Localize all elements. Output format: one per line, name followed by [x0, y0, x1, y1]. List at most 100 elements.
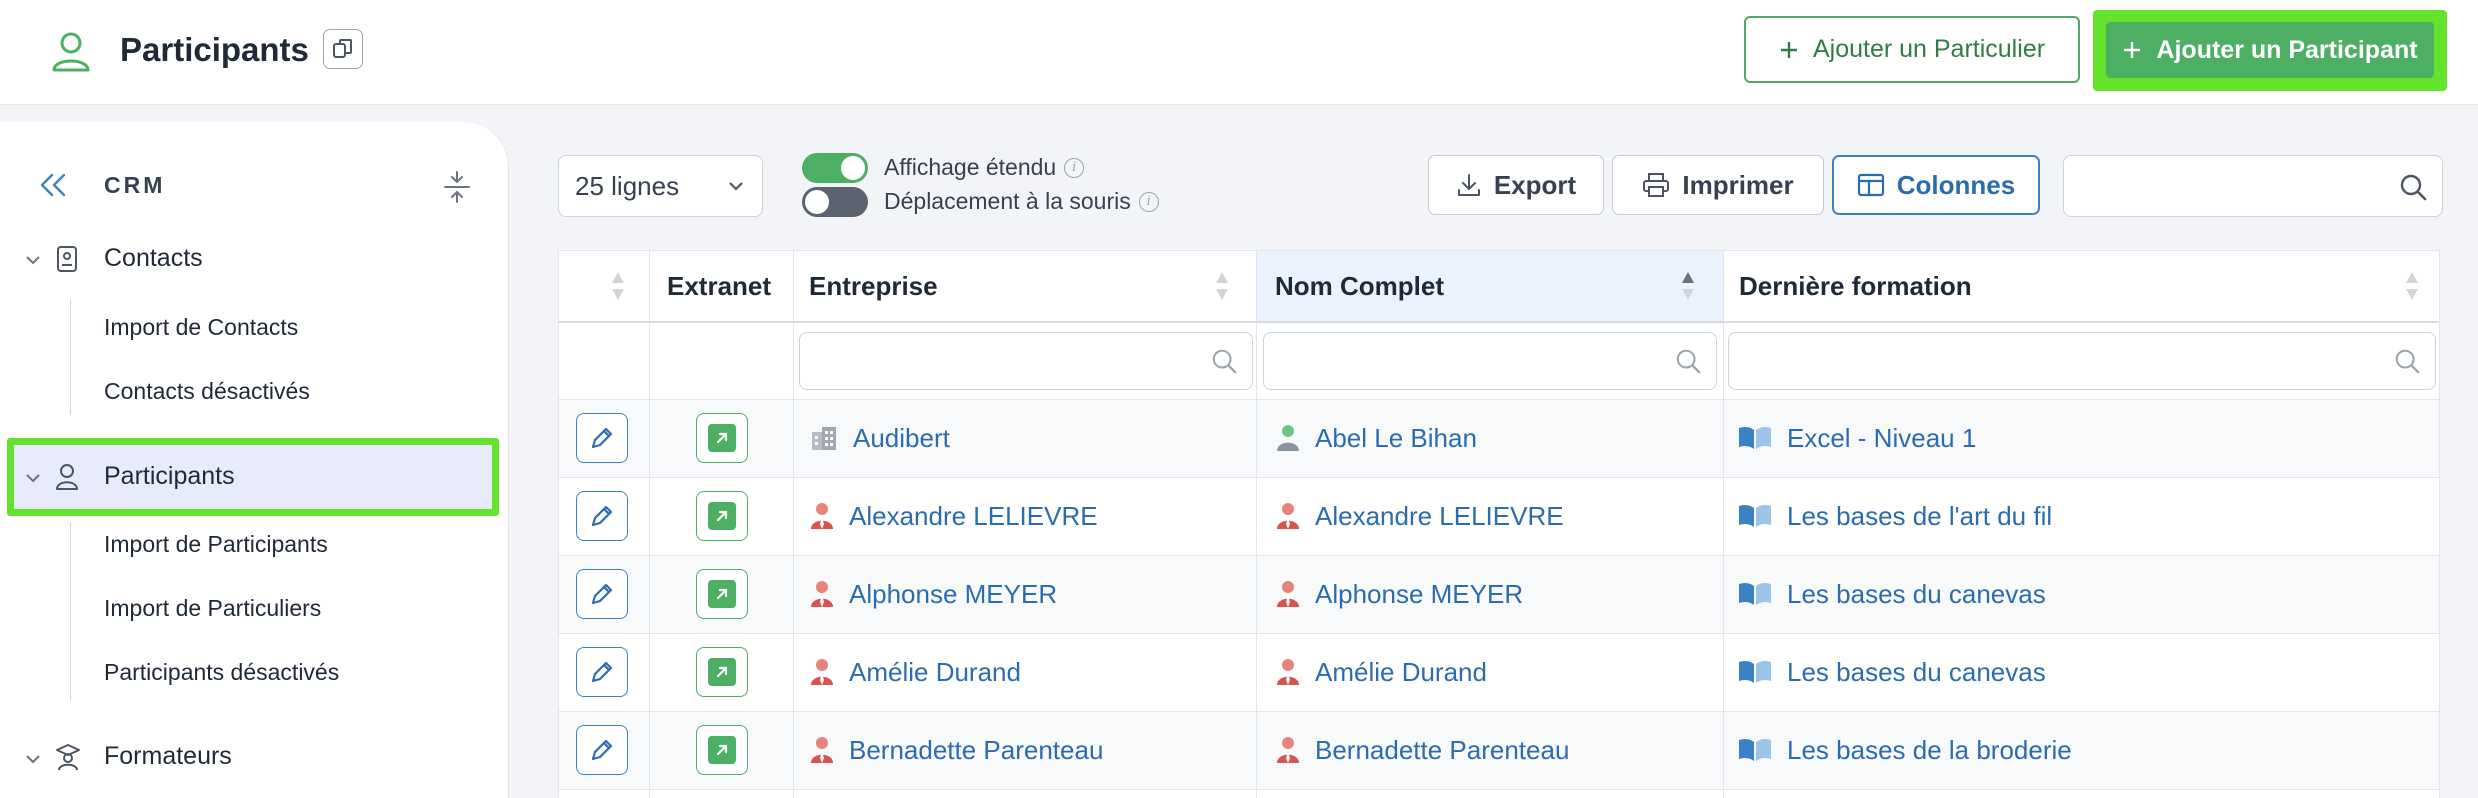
filter-entreprise-input[interactable]	[799, 332, 1253, 390]
col-divider	[793, 251, 794, 798]
participant-name-link[interactable]: Amélie Durand	[1275, 633, 1487, 711]
entreprise-link[interactable]: Amélie Durand	[809, 633, 1021, 711]
search-icon	[2395, 349, 2420, 374]
filter-derniere-formation-input[interactable]	[1728, 332, 2436, 390]
sidebar-item-import-participants[interactable]: Import de Participants	[104, 531, 328, 558]
pencil-icon	[591, 427, 613, 449]
info-icon[interactable]: i	[1064, 157, 1085, 178]
entreprise-link[interactable]: Alphonse MEYER	[809, 555, 1057, 633]
sort-icon[interactable]	[609, 269, 627, 303]
sidebar-section-title: CRM	[104, 172, 166, 198]
export-button[interactable]: Export	[1428, 155, 1604, 215]
chevron-down-icon[interactable]	[24, 469, 42, 487]
participant-name-link[interactable]: Abel Le Bihan	[1275, 399, 1477, 477]
formation-text: Les bases de la broderie	[1787, 734, 2072, 765]
info-icon[interactable]: i	[1138, 191, 1159, 212]
sidebar-item-contacts[interactable]: Contacts	[104, 244, 203, 273]
sort-icon[interactable]	[2403, 269, 2421, 303]
extranet-button[interactable]	[696, 725, 748, 775]
entreprise-text: Amélie Durand	[849, 656, 1021, 687]
chevron-down-icon[interactable]	[24, 251, 42, 269]
chevron-down-icon	[729, 182, 743, 191]
formation-link[interactable]: Les bases de l'art du fil	[1737, 477, 2052, 555]
column-header-entreprise[interactable]: Entreprise	[809, 251, 938, 321]
add-particulier-button[interactable]: Ajouter un Particulier	[1744, 16, 2080, 83]
edit-button[interactable]	[576, 725, 628, 775]
entreprise-link[interactable]: Alexandre LELIEVRE	[809, 477, 1098, 555]
book-icon	[1737, 503, 1773, 529]
sort-asc-icon[interactable]	[1679, 269, 1697, 303]
entreprise-text: Audibert	[853, 422, 950, 453]
mouse-drag-toggle[interactable]	[802, 187, 868, 217]
trainer-icon	[56, 744, 80, 771]
sidebar-active-highlight	[7, 438, 499, 516]
participant-name-text: Abel Le Bihan	[1315, 422, 1477, 453]
add-participant-button[interactable]: Ajouter un Participant	[2106, 22, 2434, 78]
column-header-derniere-formation[interactable]: Dernière formation	[1739, 251, 1972, 321]
sidebar-item-participants-desactives[interactable]: Participants désactivés	[104, 659, 339, 686]
edit-button[interactable]	[576, 491, 628, 541]
lines-per-page-select[interactable]: 25 lignes	[558, 155, 763, 217]
print-label: Imprimer	[1682, 169, 1794, 200]
tree-line	[70, 300, 71, 415]
sidebar-item-import-particuliers[interactable]: Import de Particuliers	[104, 595, 321, 622]
global-search-input[interactable]	[2063, 155, 2443, 217]
edit-button[interactable]	[576, 569, 628, 619]
extended-view-toggle[interactable]	[802, 153, 868, 183]
participant-name-text: Alphonse MEYER	[1315, 578, 1524, 609]
compress-icon[interactable]	[442, 170, 472, 204]
plus-icon	[1780, 41, 1797, 58]
user-icon	[56, 464, 78, 490]
sort-icon[interactable]	[1213, 269, 1231, 303]
collapse-sidebar-icon[interactable]	[38, 172, 68, 198]
edit-button[interactable]	[576, 413, 628, 463]
external-link-icon	[708, 580, 736, 608]
sidebar-item-participants[interactable]: Participants	[104, 462, 235, 491]
external-link-icon	[708, 658, 736, 686]
column-header-nom-complet[interactable]: Nom Complet	[1275, 251, 1444, 321]
extranet-button[interactable]	[696, 647, 748, 697]
external-link-icon	[708, 736, 736, 764]
participants-table: Extranet Entreprise Nom Complet Dernière…	[558, 250, 2440, 798]
book-icon	[1737, 659, 1773, 685]
contact-card-icon	[57, 246, 77, 272]
extended-view-label: Affichage étendu i	[884, 154, 1085, 181]
columns-button[interactable]: Colonnes	[1832, 155, 2040, 215]
extranet-button[interactable]	[696, 413, 748, 463]
formation-link[interactable]: Excel - Niveau 1	[1737, 399, 1976, 477]
entreprise-text: Alphonse MEYER	[849, 578, 1058, 609]
mouse-drag-text: Déplacement à la souris	[884, 188, 1131, 214]
sidebar-item-formateurs[interactable]: Formateurs	[104, 742, 232, 771]
sidebar-item-import-contacts[interactable]: Import de Contacts	[104, 314, 298, 341]
participant-name-link[interactable]: Alexandre LELIEVRE	[1275, 477, 1564, 555]
formation-link[interactable]: Les bases du canevas	[1737, 555, 2046, 633]
person-red-icon	[1275, 502, 1301, 530]
formation-text: Les bases du canevas	[1787, 656, 2046, 687]
person-red-icon	[809, 502, 835, 530]
formation-text: Excel - Niveau 1	[1787, 422, 1977, 453]
person-red-icon	[1275, 580, 1301, 608]
row-divider	[559, 321, 2439, 323]
participant-name-link[interactable]: Alphonse MEYER	[1275, 555, 1523, 633]
filter-nom-complet-input[interactable]	[1263, 332, 1717, 390]
chevron-down-icon[interactable]	[24, 750, 42, 768]
participant-name-link[interactable]: Bernadette Parenteau	[1275, 711, 1569, 789]
formation-link[interactable]: Les bases du canevas	[1737, 633, 2046, 711]
toggle-knob	[805, 190, 829, 214]
add-particulier-label: Ajouter un Particulier	[1812, 35, 2046, 63]
print-button[interactable]: Imprimer	[1612, 155, 1824, 215]
user-green-icon	[1275, 424, 1301, 452]
entreprise-link[interactable]: Bernadette Parenteau	[809, 711, 1103, 789]
copy-button[interactable]	[323, 29, 363, 69]
entreprise-link[interactable]: Audibert	[809, 399, 950, 477]
extranet-button[interactable]	[696, 569, 748, 619]
edit-button[interactable]	[576, 647, 628, 697]
person-red-icon	[809, 736, 835, 764]
extranet-button[interactable]	[696, 491, 748, 541]
export-label: Export	[1493, 169, 1577, 200]
sidebar-item-contacts-desactives[interactable]: Contacts désactivés	[104, 378, 310, 405]
entreprise-text: Bernadette Parenteau	[849, 734, 1104, 765]
column-header-extranet[interactable]: Extranet	[667, 251, 771, 321]
search-icon	[1212, 349, 1237, 374]
formation-link[interactable]: Les bases de la broderie	[1737, 711, 2072, 789]
